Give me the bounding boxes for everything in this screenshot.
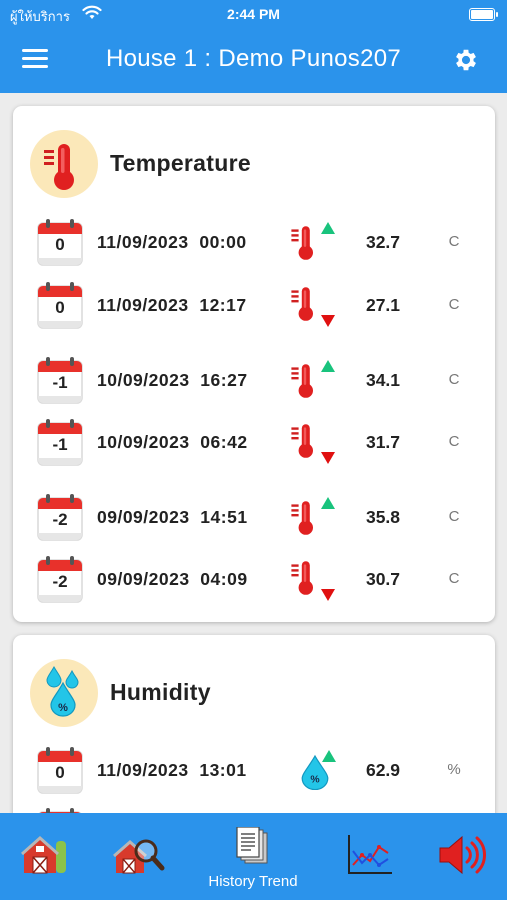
thermometer-trend-down-icon bbox=[291, 561, 335, 601]
nav-chart-button[interactable] bbox=[346, 813, 394, 900]
status-time: 2:44 PM bbox=[227, 6, 280, 22]
reading-unit: C bbox=[448, 570, 460, 587]
day-offset: -2 bbox=[52, 572, 68, 591]
reading-unit: C bbox=[448, 233, 460, 250]
day-offset: -2 bbox=[52, 510, 68, 529]
barn-search-icon bbox=[113, 839, 165, 874]
app-screen: ผู้ให้บริการ 2:44 PM House 1 : Demo Puno… bbox=[0, 0, 507, 900]
humidity-trend-up-icon bbox=[301, 750, 336, 790]
status-bar: ผู้ให้บริการ 2:44 PM bbox=[0, 0, 507, 28]
reading-value: 34.1 bbox=[365, 370, 401, 390]
page-title: House 1 : Demo Punos207 bbox=[105, 45, 402, 72]
thermometer-trend-up-icon bbox=[291, 222, 335, 260]
nav-history-trend-label: History Trend bbox=[208, 873, 298, 890]
reading-datetime: 09/09/2023 04:09 bbox=[97, 569, 248, 589]
reading-datetime: 10/09/2023 16:27 bbox=[97, 370, 248, 390]
reading-value: 27.1 bbox=[365, 295, 401, 315]
temperature-row[interactable]: -1 10/09/2023 16:27 34.1 C bbox=[13, 356, 495, 406]
humidity-row[interactable]: 0 11/09/2023 13:01 62.9 % bbox=[13, 746, 495, 796]
svg-text:%: % bbox=[58, 702, 68, 714]
humidity-title: Humidity bbox=[110, 679, 211, 705]
day-offset: 0 bbox=[55, 235, 65, 254]
bottom-navigation: History Trend bbox=[0, 813, 507, 900]
nav-history-trend-button[interactable]: History Trend bbox=[178, 813, 328, 900]
water-drop-percent-icon: % bbox=[46, 665, 79, 717]
reading-value: 30.7 bbox=[365, 569, 401, 589]
nav-barn-search-button[interactable] bbox=[112, 813, 166, 900]
reading-unit: C bbox=[448, 296, 460, 313]
temperature-row[interactable]: 0 11/09/2023 12:17 27.1 C bbox=[13, 281, 495, 331]
temperature-title: Temperature bbox=[110, 150, 251, 176]
line-chart-icon bbox=[348, 835, 392, 874]
temperature-row[interactable]: -2 09/09/2023 04:09 30.7 C bbox=[13, 555, 495, 605]
reading-datetime: 11/09/2023 00:00 bbox=[97, 232, 247, 252]
temperature-card-icon bbox=[30, 130, 98, 198]
reading-unit: % bbox=[447, 761, 461, 778]
thermometer-trend-down-icon bbox=[291, 287, 335, 327]
day-offset: -1 bbox=[52, 435, 68, 454]
reading-value: 32.7 bbox=[365, 232, 401, 252]
day-offset: 0 bbox=[55, 763, 65, 782]
reading-value: 35.8 bbox=[365, 507, 401, 527]
temperature-row[interactable]: 0 11/09/2023 00:00 32.7 C bbox=[13, 218, 495, 268]
history-documents-icon bbox=[236, 827, 268, 864]
settings-gear-icon[interactable] bbox=[452, 46, 480, 74]
app-header: ผู้ให้บริการ 2:44 PM House 1 : Demo Puno… bbox=[0, 0, 507, 93]
reading-value: 31.7 bbox=[365, 432, 401, 452]
main-content[interactable]: Temperature 0 11/09/2023 00:00 32.7 C 0 … bbox=[0, 93, 507, 813]
day-offset: 0 bbox=[55, 298, 65, 317]
reading-unit: C bbox=[448, 371, 460, 388]
reading-value: 62.9 bbox=[365, 760, 401, 780]
temperature-row[interactable]: -2 09/09/2023 14:51 35.8 C bbox=[13, 493, 495, 543]
day-offset: -1 bbox=[52, 373, 68, 392]
thermometer-trend-down-icon bbox=[291, 424, 335, 464]
humidity-card: % Humidity 0 11/09/2023 13:01 62.9 % bbox=[13, 635, 495, 813]
nav-alarm-button[interactable] bbox=[436, 813, 486, 900]
reading-datetime: 11/09/2023 12:17 bbox=[97, 295, 247, 315]
speaker-icon bbox=[439, 835, 486, 875]
reading-datetime: 09/09/2023 14:51 bbox=[97, 507, 248, 527]
reading-unit: C bbox=[448, 433, 460, 450]
temperature-row[interactable]: -1 10/09/2023 06:42 31.7 C bbox=[13, 418, 495, 468]
thermometer-trend-up-icon bbox=[291, 360, 335, 398]
reading-datetime: 11/09/2023 13:01 bbox=[97, 760, 247, 780]
reading-unit: C bbox=[448, 508, 460, 525]
thermometer-icon bbox=[44, 144, 74, 190]
humidity-card-icon: % bbox=[30, 659, 98, 727]
battery-icon bbox=[469, 8, 498, 21]
temperature-card: Temperature 0 11/09/2023 00:00 32.7 C 0 … bbox=[13, 106, 495, 622]
nav-barn-button[interactable] bbox=[20, 813, 70, 900]
reading-datetime: 10/09/2023 06:42 bbox=[97, 432, 248, 452]
thermometer-trend-up-icon bbox=[291, 497, 335, 535]
barn-icon bbox=[21, 835, 66, 874]
